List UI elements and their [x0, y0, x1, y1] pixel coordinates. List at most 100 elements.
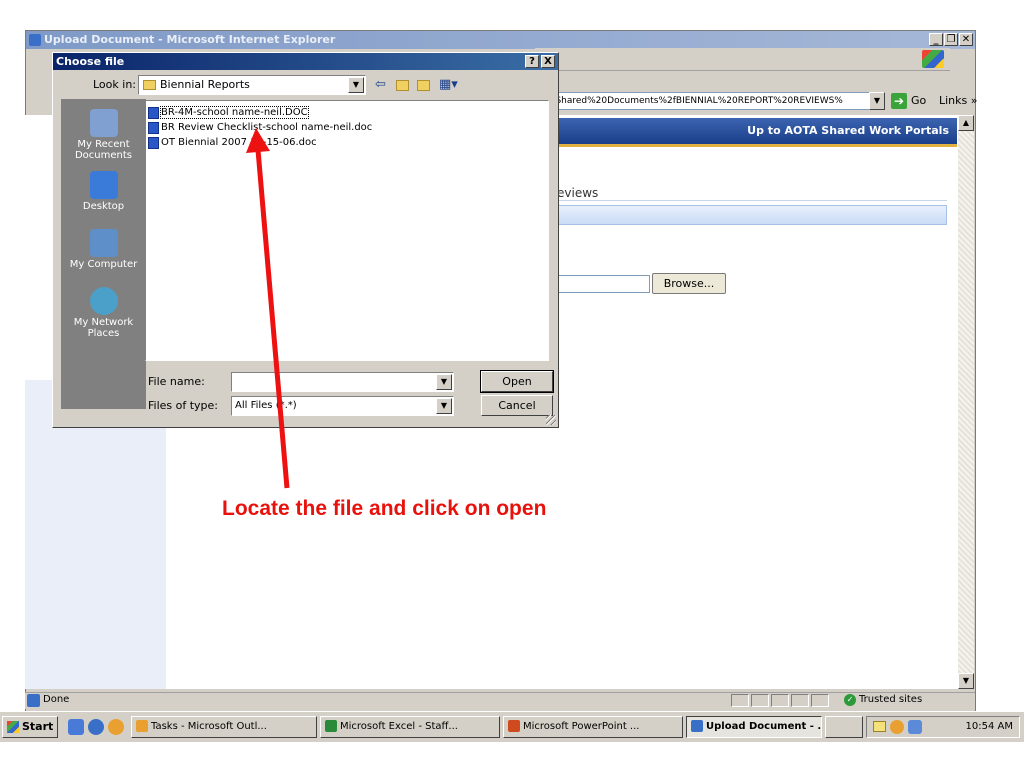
upload-path-input[interactable]	[557, 275, 650, 293]
file-list[interactable]: BR-4M-school name-neil.DOC BR Review Che…	[145, 100, 549, 361]
taskbar-item-label: Tasks - Microsoft Outl...	[151, 721, 267, 732]
look-in-value: Biennial Reports	[160, 78, 250, 91]
dialog-close-icon[interactable]: X	[541, 55, 555, 68]
ie-icon	[691, 720, 703, 732]
go-button[interactable]: Go	[911, 94, 926, 107]
place-my-network-places[interactable]: My Network Places	[61, 287, 146, 339]
ie-title-bar: Upload Document - Microsoft Internet Exp…	[26, 31, 975, 49]
network-places-icon	[89, 287, 118, 315]
chevron-down-icon[interactable]: ▼	[348, 77, 364, 93]
place-label: My Computer	[69, 259, 138, 270]
close-icon[interactable]: ✕	[959, 33, 973, 46]
file-name: OT Biennial 2007 11-15-06.doc	[161, 137, 317, 148]
mail-tray-icon[interactable]	[873, 721, 886, 732]
chevron-down-icon[interactable]: ▼	[436, 374, 452, 390]
start-label: Start	[22, 720, 54, 733]
folder-icon	[143, 80, 156, 90]
look-in-label: Look in:	[93, 78, 136, 91]
taskbar-item-upload-document[interactable]: Upload Document - ...	[686, 716, 822, 738]
status-bar: Done ✓ Trusted sites	[25, 692, 975, 709]
minimize-icon[interactable]: _	[929, 33, 943, 46]
new-folder-icon[interactable]	[417, 80, 430, 91]
file-name: BR Review Checklist-school name-neil.doc	[161, 122, 373, 133]
start-button[interactable]: Start	[2, 716, 58, 738]
aota-banner: Up to AOTA Shared Work Portals	[535, 118, 957, 144]
status-pane	[731, 694, 749, 707]
choose-file-dialog: Choose file ? X Look in: Biennial Report…	[52, 52, 559, 428]
powerpoint-icon	[508, 720, 520, 732]
desktop-quicklaunch-icon[interactable]	[68, 719, 84, 735]
file-item[interactable]: OT Biennial 2007 11-15-06.doc	[148, 136, 317, 150]
file-name-input[interactable]: ▼	[231, 372, 454, 392]
windows-logo-icon	[922, 50, 944, 68]
taskbar-item-powerpoint[interactable]: Microsoft PowerPoint ...	[503, 716, 683, 738]
open-button[interactable]: Open	[480, 370, 554, 393]
taskbar: Start Tasks - Microsoft Outl... Microsof…	[0, 711, 1024, 742]
address-input[interactable]: %2fShared%20Documents%2fBIENNIAL%20REPOR…	[535, 92, 870, 110]
resize-grip-icon[interactable]	[546, 415, 556, 425]
taskbar-item-label: Microsoft Excel - Staff...	[340, 721, 458, 732]
ie-app-icon	[29, 34, 41, 46]
ie-menubar	[535, 48, 950, 71]
file-item[interactable]: BR-4M-school name-neil.DOC	[148, 106, 309, 120]
taskbar-item-label: Microsoft PowerPoint ...	[523, 721, 640, 732]
status-pane	[791, 694, 809, 707]
ie-title-text: Upload Document - Microsoft Internet Exp…	[44, 33, 336, 46]
go-arrow-icon[interactable]: ➔	[891, 93, 907, 109]
dialog-title: Choose file	[56, 55, 125, 68]
view-menu-icon[interactable]: ▦▾	[439, 77, 458, 92]
back-arrow-icon[interactable]: ⇦	[375, 77, 386, 92]
place-my-computer[interactable]: My Computer	[61, 229, 146, 270]
word-document-icon	[148, 122, 159, 134]
cancel-button[interactable]: Cancel	[481, 395, 553, 416]
files-of-type-label: Files of type:	[148, 399, 219, 412]
network-tray-icon[interactable]	[908, 720, 922, 734]
links-toolbar[interactable]: Links »	[939, 94, 977, 107]
dialog-title-bar: Choose file ? X	[53, 53, 558, 70]
place-my-recent-documents[interactable]: My Recent Documents	[61, 109, 146, 161]
section-underline	[557, 200, 947, 201]
up-folder-icon[interactable]	[396, 80, 409, 91]
page-done-icon	[27, 694, 40, 707]
place-label: My Network Places	[73, 317, 134, 339]
restore-icon[interactable]: ❐	[944, 33, 958, 46]
vertical-scrollbar[interactable]: ▲ ▼	[958, 115, 974, 689]
status-pane	[751, 694, 769, 707]
clock[interactable]: 10:54 AM	[966, 717, 1013, 737]
outlook-icon	[136, 720, 148, 732]
taskbar-item-biennial-reports-visible[interactable]	[825, 716, 863, 738]
scroll-up-icon[interactable]: ▲	[958, 115, 974, 131]
file-name-label: File name:	[148, 375, 205, 388]
place-label: My Recent Documents	[74, 139, 133, 161]
section-title: eviews	[557, 186, 599, 200]
status-pane	[771, 694, 789, 707]
browse-button[interactable]: Browse...	[652, 273, 726, 294]
excel-icon	[325, 720, 337, 732]
place-label: Desktop	[82, 201, 125, 212]
files-of-type-value: All Files (*.*)	[235, 400, 297, 411]
windows-logo-icon	[7, 721, 19, 733]
word-document-icon	[148, 137, 159, 149]
address-dropdown-icon[interactable]: ▼	[869, 92, 885, 110]
place-desktop[interactable]: Desktop	[61, 171, 146, 212]
outlook-tray-icon[interactable]	[890, 720, 904, 734]
desktop-icon	[89, 171, 118, 199]
help-icon[interactable]: ?	[525, 55, 539, 68]
taskbar-item-outlook[interactable]: Tasks - Microsoft Outl...	[131, 716, 317, 738]
taskbar-item-excel[interactable]: Microsoft Excel - Staff...	[320, 716, 500, 738]
file-item[interactable]: BR Review Checklist-school name-neil.doc	[148, 121, 372, 135]
outlook-quicklaunch-icon[interactable]	[108, 719, 124, 735]
look-in-dropdown[interactable]: Biennial Reports ▼	[138, 75, 366, 95]
chevron-down-icon[interactable]: ▼	[436, 398, 452, 414]
annotation-caption: Locate the file and click on open	[222, 497, 547, 520]
status-pane	[811, 694, 829, 707]
security-zone-text: Trusted sites	[859, 694, 923, 705]
ie-quicklaunch-icon[interactable]	[88, 719, 104, 735]
places-bar: My Recent Documents Desktop My Computer …	[61, 99, 146, 409]
portal-link[interactable]: Up to AOTA Shared Work Portals	[747, 124, 949, 137]
word-document-icon	[148, 107, 159, 119]
files-of-type-dropdown[interactable]: All Files (*.*) ▼	[231, 396, 454, 416]
system-tray: 10:54 AM	[866, 716, 1020, 738]
scroll-down-icon[interactable]: ▼	[958, 673, 974, 689]
address-bar: %2fShared%20Documents%2fBIENNIAL%20REPOR…	[535, 90, 977, 114]
